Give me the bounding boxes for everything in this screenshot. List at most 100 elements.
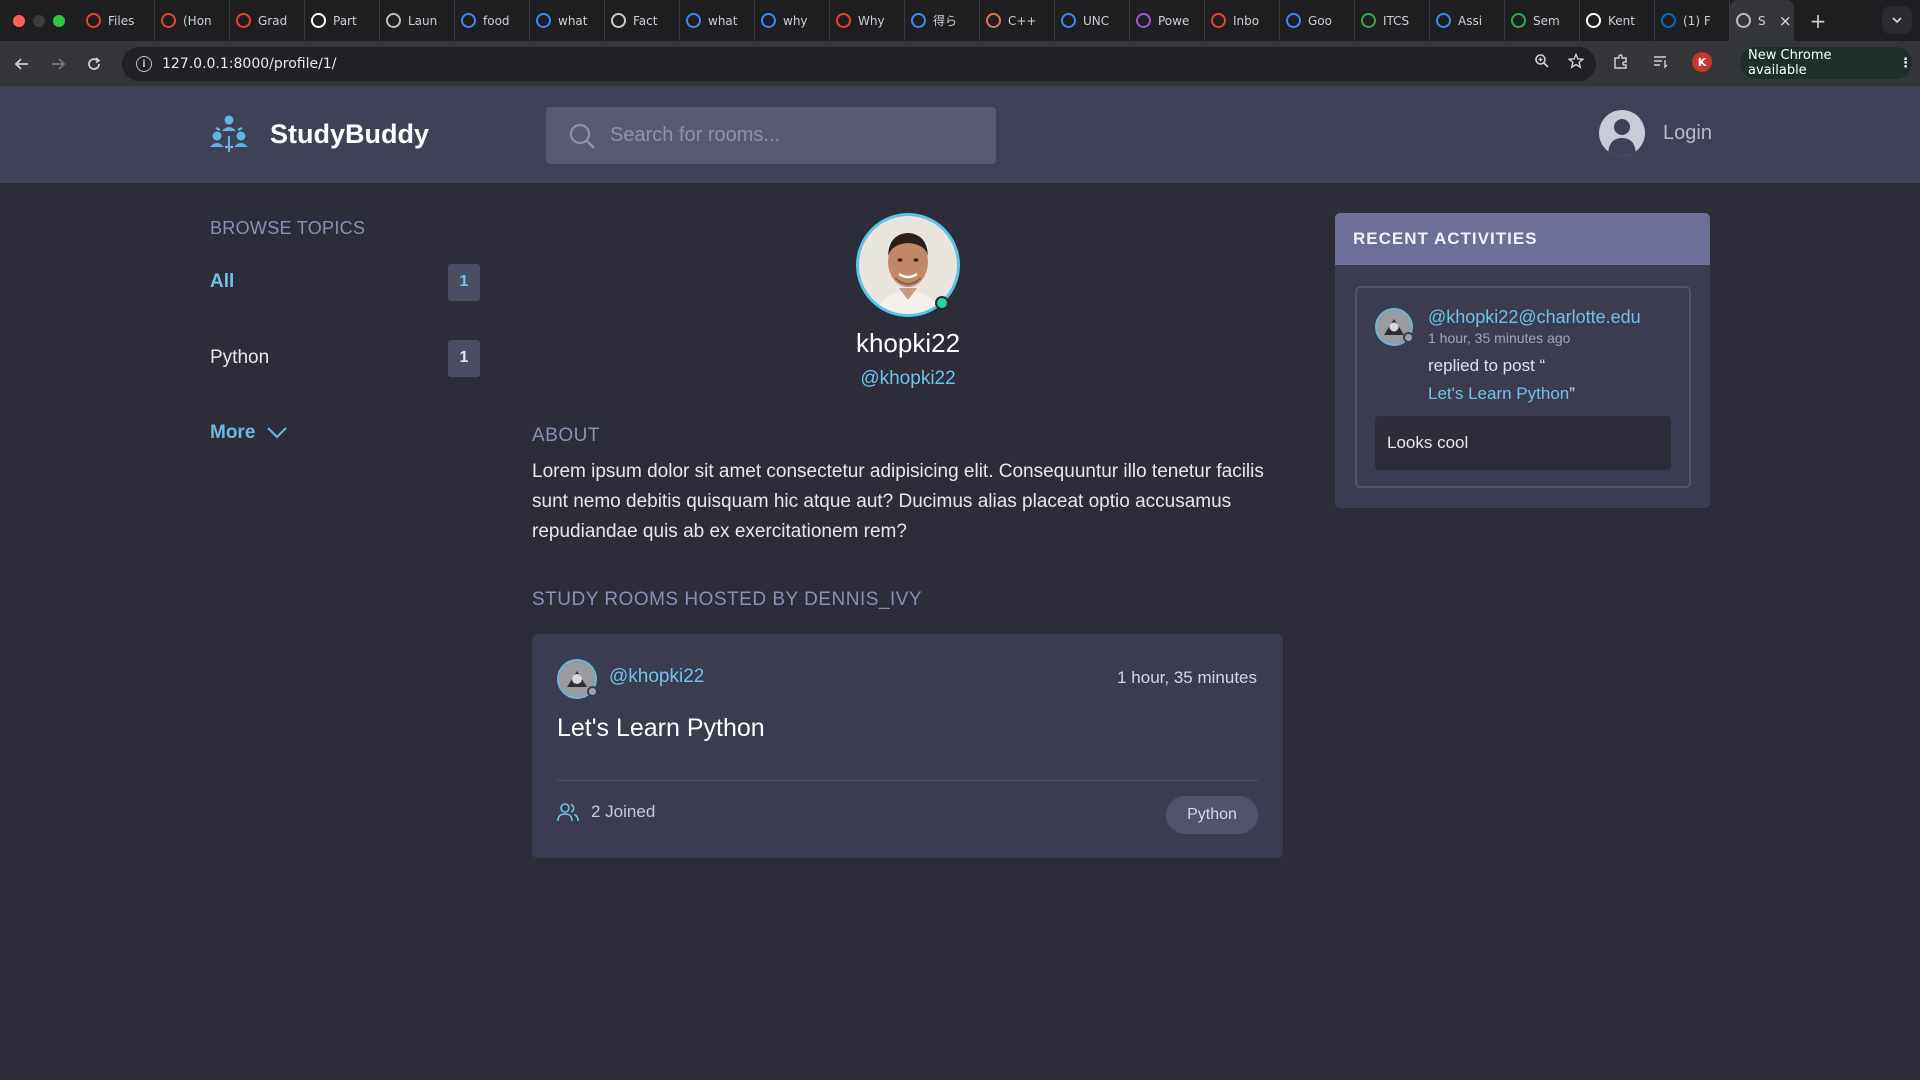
login-link[interactable]: Login	[1663, 122, 1712, 145]
copilot-icon	[1136, 13, 1151, 28]
tab-title: Fact	[633, 13, 658, 28]
activity-reply-text: Looks cool	[1375, 416, 1671, 470]
browser-tab[interactable]: what	[680, 0, 755, 41]
github-icon	[311, 13, 326, 28]
reload-icon	[88, 56, 101, 70]
activity-post-link[interactable]: Let's Learn Python	[1428, 384, 1569, 403]
tab-title: why	[783, 13, 808, 28]
browser-tab[interactable]: C++	[980, 0, 1055, 41]
activity-time: 1 hour, 35 minutes ago	[1428, 330, 1571, 346]
browser-tab[interactable]: 得ら	[905, 0, 980, 41]
activity-quote-close: ”	[1569, 384, 1575, 403]
reading-list-icon[interactable]	[1652, 53, 1670, 71]
activity-user-link[interactable]: @khopki22@charlotte.edu	[1428, 307, 1641, 328]
tab-title: UNC	[1083, 13, 1110, 28]
back-button[interactable]	[4, 46, 40, 82]
brand-logo[interactable]: StudyBuddy	[208, 114, 429, 154]
window-controls	[0, 14, 80, 27]
room-title-link[interactable]: Let's Learn Python	[557, 714, 765, 743]
linkedin-icon	[1661, 13, 1676, 28]
loading-icon	[161, 13, 176, 28]
browser-tab[interactable]: (Hon	[155, 0, 230, 41]
browser-tab[interactable]: (1) F	[1655, 0, 1730, 41]
tab-title: Grad	[258, 13, 288, 28]
browser-tab[interactable]: Why	[830, 0, 905, 41]
search-input[interactable]	[610, 124, 970, 147]
tab-search-button[interactable]	[1882, 6, 1912, 34]
forward-button[interactable]	[40, 46, 76, 82]
minimize-window-button[interactable]	[33, 14, 45, 27]
close-window-button[interactable]	[13, 14, 25, 27]
google-icon	[536, 13, 551, 28]
browser-tab[interactable]: Laun	[380, 0, 455, 41]
tab-title: ITCS	[1383, 13, 1410, 28]
chrome-update-button[interactable]: New Chrome available ⋮	[1740, 47, 1912, 79]
browser-tab[interactable]: Assi	[1430, 0, 1505, 41]
topic-item-python[interactable]: Python 1	[210, 338, 480, 378]
translate-icon	[1286, 13, 1301, 28]
room-participants: 2 Joined	[557, 802, 655, 822]
zoom-icon[interactable]	[1534, 53, 1550, 69]
joined-count: 2 Joined	[591, 802, 656, 821]
active-browser-tab[interactable]: S ×	[1730, 0, 1794, 41]
url-text[interactable]: 127.0.0.1:8000/profile/1/	[162, 56, 336, 72]
room-topic-tag[interactable]: Python	[1166, 796, 1258, 834]
tab-title: what	[558, 13, 588, 28]
star-icon	[836, 13, 851, 28]
sheets-icon	[1511, 13, 1526, 28]
topic-item-all[interactable]: All 1	[210, 262, 480, 302]
login-area[interactable]: Login	[1599, 110, 1712, 156]
browser-tab[interactable]: Part	[305, 0, 380, 41]
browser-tab[interactable]: Grad	[230, 0, 305, 41]
more-options-icon[interactable]: ⋮	[1899, 56, 1912, 71]
browser-tab[interactable]: Fact	[605, 0, 680, 41]
studybuddy-logo-icon	[210, 115, 248, 152]
address-bar[interactable]: i 127.0.0.1:8000/profile/1/	[122, 47, 1596, 81]
topic-count-badge: 1	[448, 263, 480, 301]
profile-avatar-button[interactable]: K	[1692, 52, 1712, 72]
app-header: StudyBuddy Login	[0, 86, 1920, 183]
about-heading: ABOUT	[532, 425, 600, 446]
tab-title: food	[483, 13, 510, 28]
browser-tab[interactable]: ITCS	[1355, 0, 1430, 41]
browser-tab[interactable]: Powe	[1130, 0, 1205, 41]
google-icon	[761, 13, 776, 28]
recent-activities-panel: RECENT ACTIVITIES @khopki22@charlotte.ed…	[1335, 213, 1710, 508]
calendar-icon	[1061, 13, 1076, 28]
browser-tab[interactable]: food	[455, 0, 530, 41]
tab-title: Goo	[1308, 13, 1332, 28]
tab-title: 得ら	[933, 14, 958, 28]
tab-title: what	[708, 13, 738, 28]
docs-icon	[1436, 13, 1451, 28]
tab-strip: Files (Hon Grad Part Laun food what Fact what why…	[80, 0, 1794, 41]
browser-tab[interactable]: why	[755, 0, 830, 41]
site-info-icon[interactable]: i	[136, 56, 152, 72]
maximize-window-button[interactable]	[53, 14, 65, 27]
more-topics-button[interactable]: More	[210, 422, 288, 444]
browser-tab[interactable]: Kent	[1580, 0, 1655, 41]
bookmark-star-icon[interactable]	[1568, 53, 1584, 69]
browser-toolbar: i 127.0.0.1:8000/profile/1/ K New Chrome…	[0, 41, 1920, 86]
search-bar[interactable]	[546, 107, 996, 164]
loading-icon	[236, 13, 251, 28]
tab-title: Files	[108, 13, 135, 28]
hosted-rooms-heading: STUDY ROOMS HOSTED BY DENNIS_IVY	[532, 589, 923, 610]
profile-handle[interactable]: @khopki22	[760, 368, 1056, 390]
browser-tab[interactable]: Sem	[1505, 0, 1580, 41]
tab-title: S	[1758, 13, 1766, 28]
room-host-link[interactable]: @khopki22	[609, 666, 704, 688]
profile-name: khopki22	[855, 328, 961, 358]
browser-tab[interactable]: Files	[80, 0, 155, 41]
browser-tab[interactable]: what	[530, 0, 605, 41]
reload-button[interactable]	[76, 46, 112, 82]
browser-tab[interactable]: UNC	[1055, 0, 1130, 41]
room-card[interactable]: @khopki22 1 hour, 35 minutes Let's Learn…	[532, 634, 1283, 858]
chevron-down-icon	[267, 427, 288, 439]
activity-description: replied to post “ Let's Learn Python”	[1428, 352, 1678, 408]
user-avatar-icon[interactable]	[1599, 110, 1645, 156]
browser-tab[interactable]: Inbo	[1205, 0, 1280, 41]
new-tab-button[interactable]: +	[1806, 9, 1830, 33]
browser-tab[interactable]: Goo	[1280, 0, 1355, 41]
close-tab-icon[interactable]: ×	[1777, 12, 1794, 30]
extensions-puzzle-icon[interactable]	[1612, 53, 1630, 71]
